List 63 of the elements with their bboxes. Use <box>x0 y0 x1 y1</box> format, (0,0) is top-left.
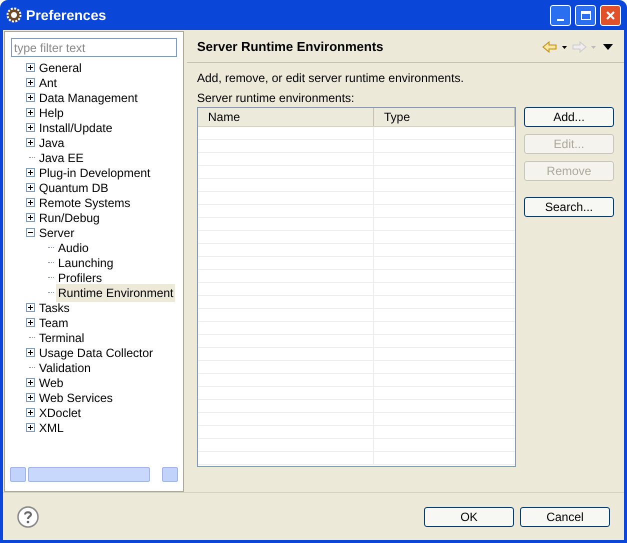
column-header[interactable]: Name <box>198 108 374 126</box>
expand-icon[interactable] <box>26 408 34 417</box>
tree-item[interactable]: Plug-in Development <box>37 164 152 182</box>
expand-icon[interactable] <box>26 303 34 312</box>
tree-item[interactable]: Help <box>37 104 66 122</box>
tree-item[interactable]: Ant <box>37 74 60 92</box>
tree-item[interactable]: Web <box>37 374 66 392</box>
expand-icon[interactable] <box>26 63 34 72</box>
tree-item[interactable]: General <box>37 58 84 76</box>
ok-button[interactable]: OK <box>424 506 514 526</box>
tree-item[interactable]: Web Services <box>37 388 115 406</box>
tree-item[interactable]: Terminal <box>37 328 86 346</box>
tree-item[interactable]: Remote Systems <box>37 194 132 212</box>
tree-item[interactable]: Validation <box>37 358 93 376</box>
page-title: Server Runtime Environments <box>197 38 384 56</box>
tree-item[interactable]: Usage Data Collector <box>37 344 156 362</box>
tree-item[interactable]: Tasks <box>37 298 72 316</box>
minimize-button[interactable] <box>550 4 571 26</box>
action-button[interactable]: Search... <box>524 197 614 217</box>
window-title: Preferences <box>26 6 108 24</box>
tree-item[interactable]: Java EE <box>37 148 86 166</box>
action-button[interactable]: Add... <box>524 107 614 127</box>
tree-item[interactable]: XDoclet <box>37 404 84 422</box>
collapse-icon[interactable] <box>26 228 34 237</box>
tree-item[interactable]: Data Management <box>37 88 140 106</box>
tree-item[interactable]: Install/Update <box>37 118 114 136</box>
close-icon <box>605 10 616 20</box>
tree-item[interactable]: Java <box>37 134 66 152</box>
expand-icon[interactable] <box>26 108 34 117</box>
expand-icon[interactable] <box>26 123 34 132</box>
expand-icon[interactable] <box>26 168 34 177</box>
expand-icon[interactable] <box>26 393 34 402</box>
back-arrow-icon[interactable] <box>542 40 568 52</box>
tree-item[interactable]: Quantum DB <box>37 178 110 196</box>
tree-item[interactable]: Server <box>37 224 76 242</box>
expand-icon[interactable] <box>26 138 34 147</box>
gear-icon <box>6 7 22 23</box>
expand-icon[interactable] <box>26 183 34 192</box>
tree-item[interactable]: XML <box>37 418 66 436</box>
expand-icon[interactable] <box>26 318 34 327</box>
tree-item[interactable]: Launching <box>56 254 116 272</box>
expand-icon[interactable] <box>26 198 34 207</box>
expand-icon[interactable] <box>26 378 34 387</box>
tree-item[interactable]: Audio <box>56 238 91 256</box>
maximize-button[interactable] <box>575 4 596 26</box>
help-icon[interactable] <box>17 506 39 528</box>
close-button[interactable] <box>600 4 621 26</box>
horizontal-scrollbar[interactable] <box>10 466 178 483</box>
expand-icon[interactable] <box>26 348 34 357</box>
expand-icon[interactable] <box>26 213 34 222</box>
tree-item[interactable]: Team <box>37 314 70 332</box>
expand-icon[interactable] <box>26 93 34 102</box>
expand-icon[interactable] <box>26 423 34 432</box>
column-header[interactable]: Type <box>374 108 515 126</box>
expand-icon[interactable] <box>26 78 34 87</box>
list-label: Server runtime environments: <box>197 90 356 105</box>
menu-arrow-icon[interactable] <box>602 42 614 50</box>
cancel-button[interactable]: Cancel <box>520 506 610 526</box>
tree-item[interactable]: Profilers <box>56 268 104 286</box>
tree-item[interactable]: Runtime Environment <box>56 284 176 302</box>
description-text: Add, remove, or edit server runtime environments. <box>197 70 465 87</box>
tree-item[interactable]: Run/Debug <box>37 208 102 226</box>
filter-field[interactable]: type filter text <box>11 38 177 57</box>
